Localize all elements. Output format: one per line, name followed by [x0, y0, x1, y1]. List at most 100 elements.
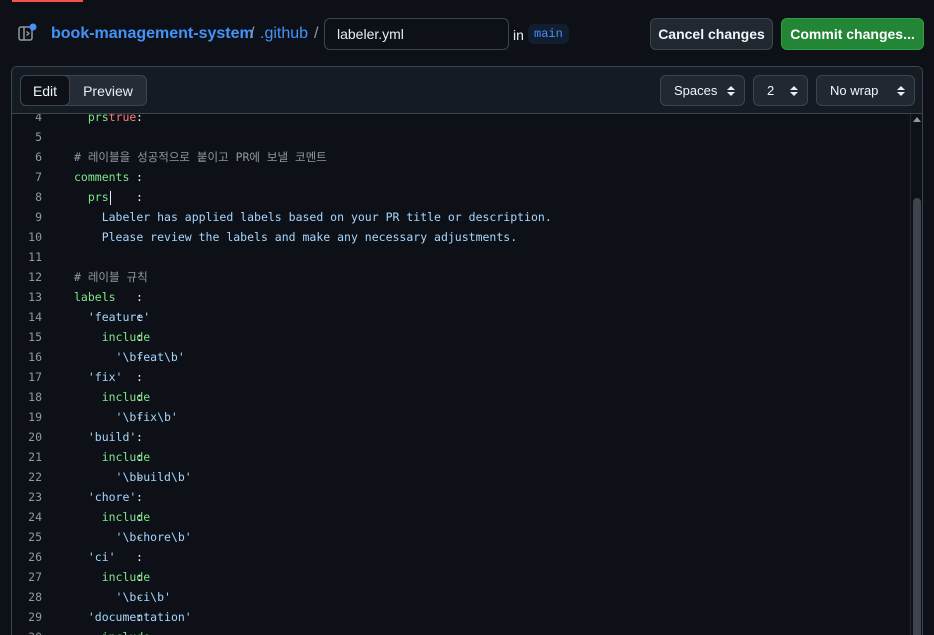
line-number: 25	[28, 530, 42, 544]
breadcrumb-separator: /	[250, 25, 255, 42]
code-editor: Edit Preview Spaces 2 No wrap 4 prs: tru…	[11, 66, 923, 635]
code-token: '\bbuild\b'	[115, 470, 192, 484]
line-text: 'documentation':	[74, 607, 192, 627]
commit-changes-button[interactable]: Commit changes...	[781, 18, 924, 50]
line-number: 5	[35, 130, 42, 144]
line-text: - '\bbuild\b'	[74, 467, 192, 487]
text-cursor	[109, 190, 111, 205]
code-line: 15 include:	[12, 327, 910, 347]
line-text: - '\bfix\b'	[74, 407, 178, 427]
line-number: 26	[28, 550, 42, 564]
code-token: '\bfeat\b'	[115, 350, 185, 364]
breadcrumb-separator: /	[314, 25, 319, 42]
line-text: labels:	[74, 287, 143, 307]
wrap-mode-select[interactable]: No wrap	[816, 75, 915, 106]
code-content[interactable]: 4 prs: true 5 6 # 레이블을 성공적으로 붙이고 PR에 보낼 코멘트…	[12, 114, 910, 635]
code-token: 'chore'	[87, 490, 137, 504]
line-number: 7	[35, 170, 42, 184]
code-token: labels	[74, 290, 116, 304]
tab-preview[interactable]: Preview	[70, 76, 146, 105]
code-token: -	[136, 470, 150, 484]
line-number: 22	[28, 470, 42, 484]
code-token: :	[136, 550, 143, 564]
line-text: # 레이블 규칙	[74, 267, 148, 287]
line-text: Please review the labels and make any ne…	[74, 227, 517, 247]
breadcrumb-repo-link[interactable]: book-management-system	[51, 25, 254, 43]
code-token: :	[136, 310, 143, 324]
line-number: 30	[12, 627, 42, 635]
line-number: 6	[35, 150, 42, 164]
code-line: 11	[12, 247, 910, 267]
line-text: include:	[74, 327, 150, 347]
code-token: :	[136, 450, 143, 464]
line-text: 'feature':	[74, 307, 150, 327]
indent-size-value: 2	[767, 83, 775, 98]
sidebar-expand-icon	[16, 22, 38, 44]
line-text: 'ci':	[74, 547, 143, 567]
line-number: 8	[35, 190, 42, 204]
code-line: 14 'feature':	[12, 307, 910, 327]
breadcrumb-directory-link[interactable]: .github	[260, 25, 308, 43]
code-line: 8 prs:	[12, 187, 910, 207]
line-text: include:	[74, 627, 150, 635]
line-text: include:	[74, 567, 150, 587]
code-token: -	[136, 530, 150, 544]
code-token: -	[136, 410, 150, 424]
line-number: 19	[28, 410, 42, 424]
indent-mode-value: Spaces	[674, 83, 718, 98]
line-number: 17	[28, 370, 42, 384]
code-token: '\bchore\b'	[115, 530, 192, 544]
line-text: prs: true	[74, 114, 143, 127]
filename-input[interactable]	[324, 18, 509, 50]
code-line: 21 include:	[12, 447, 910, 467]
line-number: 9	[35, 210, 42, 224]
line-text: - '\bci\b'	[74, 587, 171, 607]
code-line: 4 prs: true	[12, 114, 910, 127]
code-token: :	[136, 290, 143, 304]
code-token: :	[136, 170, 143, 184]
file-tree-toggle-button[interactable]	[16, 22, 38, 44]
editor-header: book-management-system / .github / in ma…	[0, 0, 934, 66]
line-text: 'fix':	[74, 367, 143, 387]
code-line: 28 - '\bci\b'	[12, 587, 910, 607]
code-token: 'fix'	[87, 370, 123, 384]
line-number: 15	[28, 330, 42, 344]
line-number: 29	[28, 610, 42, 624]
code-token: :	[136, 570, 143, 584]
chevron-up-down-icon	[897, 85, 905, 97]
cancel-changes-button[interactable]: Cancel changes	[650, 18, 773, 50]
code-line: 18 include:	[12, 387, 910, 407]
code-line: 12 # 레이블 규칙	[12, 267, 910, 287]
line-number: 21	[28, 450, 42, 464]
scroll-up-arrow-icon[interactable]	[913, 117, 921, 122]
code-token: :	[136, 190, 150, 204]
line-text: include:	[74, 387, 150, 407]
editor-scrollbar[interactable]	[910, 114, 922, 635]
code-token: -	[136, 350, 150, 364]
code-token: comments	[74, 170, 130, 184]
code-token: Labeler has applied labels based on your…	[101, 210, 552, 224]
code-token: # 레이블 규칙	[74, 270, 148, 284]
line-number: 20	[28, 430, 42, 444]
code-token: 'build'	[87, 430, 137, 444]
line-text: include:	[74, 447, 150, 467]
code-line: 5	[12, 127, 910, 147]
code-line: 13 labels:	[12, 287, 910, 307]
chevron-up-down-icon	[790, 85, 798, 97]
code-line: 6 # 레이블을 성공적으로 붙이고 PR에 보낼 코멘트	[12, 147, 910, 167]
indent-mode-select[interactable]: Spaces	[660, 75, 745, 106]
line-text: prs:	[74, 187, 143, 207]
code-line: 7 comments:	[12, 167, 910, 187]
line-number: 28	[28, 590, 42, 604]
code-line: 30 include:	[12, 627, 910, 635]
line-text: Labeler has applied labels based on your…	[74, 207, 552, 227]
scroll-thumb[interactable]	[913, 198, 921, 635]
code-line: 23 'chore':	[12, 487, 910, 507]
branch-badge: main	[528, 24, 569, 44]
tab-edit[interactable]: Edit	[20, 75, 70, 106]
line-text: - '\bchore\b'	[74, 527, 192, 547]
line-number: 16	[28, 350, 42, 364]
line-number: 4	[35, 114, 42, 124]
code-line: 22 - '\bbuild\b'	[12, 467, 910, 487]
indent-size-select[interactable]: 2	[753, 75, 808, 106]
